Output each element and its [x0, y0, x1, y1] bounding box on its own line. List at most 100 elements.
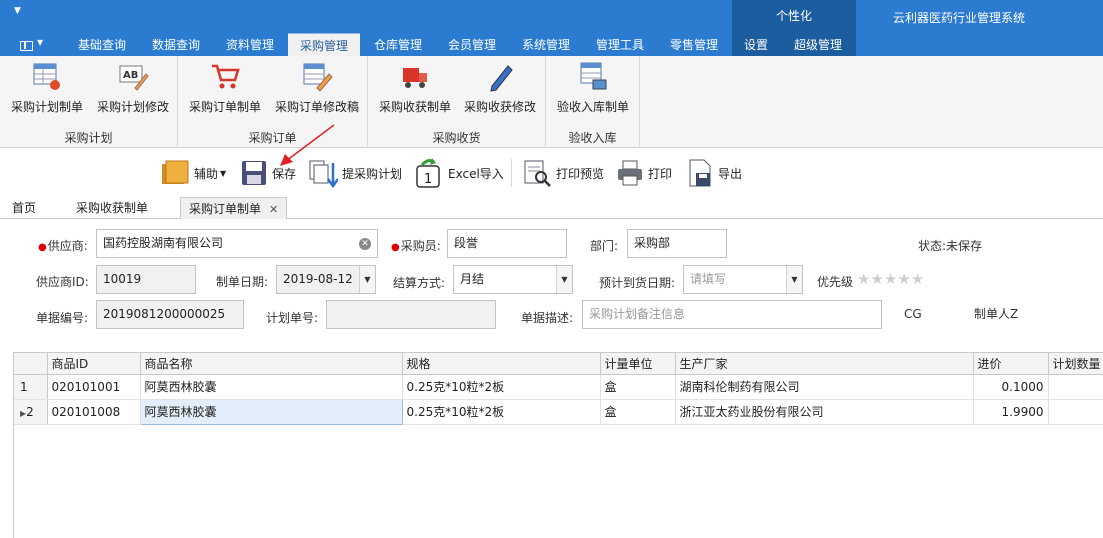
date-picker[interactable]: 2019-08-12 ▼: [276, 265, 376, 294]
export-icon: [689, 159, 711, 187]
column-header[interactable]: 计划数量: [1048, 353, 1103, 375]
clear-icon[interactable]: ✕: [359, 238, 371, 250]
tab-member-management[interactable]: 会员管理: [440, 33, 504, 56]
column-header[interactable]: 进价: [973, 353, 1049, 375]
ribbon-button-label: 采购订单制单: [188, 100, 261, 114]
cell-product-name[interactable]: 阿莫西林胶囊: [140, 374, 403, 400]
chevron-down-icon[interactable]: ▼: [556, 266, 572, 293]
doc-tab-purchase-order[interactable]: 采购订单制单 ✕: [180, 197, 288, 219]
tab-basic-query[interactable]: 基础查询: [70, 33, 134, 56]
required-marker: ●: [391, 242, 400, 253]
row-indicator-header: [14, 353, 48, 375]
tab-management-tools[interactable]: 管理工具: [588, 33, 652, 56]
export-button[interactable]: 导出: [686, 156, 742, 190]
star-icon[interactable]: ★: [897, 270, 910, 288]
star-icon[interactable]: ★: [870, 270, 883, 288]
ribbon-group-label: 采购计划: [64, 131, 113, 145]
tab-data-query[interactable]: 数据查询: [144, 33, 208, 56]
column-header[interactable]: 规格: [402, 353, 601, 375]
tab-settings[interactable]: 设置: [736, 33, 776, 56]
chevron-down-icon[interactable]: ▼: [786, 266, 802, 293]
items-table: 商品ID 商品名称 规格 计量单位 生产厂家 进价 计划数量 1 0201010…: [14, 353, 1103, 425]
cell-qty[interactable]: [1048, 399, 1103, 425]
table-row[interactable]: ▶2 020101008 阿莫西林胶囊 0.25克*10粒*2板 盒 浙江亚太药…: [14, 398, 1103, 425]
column-header[interactable]: 生产厂家: [675, 353, 974, 375]
tab-system-management[interactable]: 系统管理: [514, 33, 578, 56]
purchase-receive-edit-button[interactable]: 采购收获修改: [460, 60, 540, 122]
truck-icon: [399, 60, 431, 92]
purchase-order-form: ●供应商: 国药控股湖南有限公司 ✕ ●采购员: 段誉 部门: 采购部 状态:未…: [0, 219, 1103, 349]
doc-no-field: 2019081200000025: [96, 300, 244, 329]
cell-product-name[interactable]: 阿莫西林胶囊: [139, 398, 403, 425]
ribbon-group-label: 验收入库: [568, 131, 617, 145]
row-number-focused: ▶2: [14, 399, 48, 425]
ribbon-group-purchase-plan: 采购计划制单 AB 采购计划修改 采购计划: [0, 56, 178, 148]
table-row[interactable]: 1 020101001 阿莫西林胶囊 0.25克*10粒*2板 盒 湖南科伦制药…: [14, 374, 1103, 400]
dept-field[interactable]: 采购部: [627, 229, 727, 258]
tab-warehouse-management[interactable]: 仓库管理: [366, 33, 430, 56]
chevron-down-icon[interactable]: ▼: [359, 266, 375, 293]
cell-spec[interactable]: 0.25克*10粒*2板: [402, 374, 601, 400]
context-group-label: 个性化: [775, 9, 812, 23]
buyer-label-text: 采购员:: [400, 239, 441, 253]
grid-header-row: 商品ID 商品名称 规格 计量单位 生产厂家 进价 计划数量: [14, 353, 1103, 375]
supplier-field[interactable]: 国药控股湖南有限公司 ✕: [96, 229, 378, 258]
cell-price[interactable]: 1.9900: [973, 399, 1049, 425]
star-icon[interactable]: ★: [884, 270, 897, 288]
document-tabs: 首页 采购收获制单 采购订单制单 ✕: [0, 197, 1103, 219]
tab-super-management[interactable]: 超级管理: [786, 33, 850, 56]
toolbar-separator: [511, 159, 512, 187]
cell-spec[interactable]: 0.25克*10粒*2板: [402, 399, 601, 425]
expected-date-picker[interactable]: 请填写 ▼: [683, 265, 803, 294]
quick-access-dropdown-icon[interactable]: ▼: [14, 6, 21, 16]
desc-field[interactable]: 采购计划备注信息: [582, 300, 882, 329]
settle-select[interactable]: 月结 ▼: [453, 265, 573, 294]
desc-label: 单据描述:: [521, 311, 574, 325]
purchase-order-create-button[interactable]: 采购订单制单: [186, 60, 264, 122]
cell-product-id[interactable]: 020101001: [47, 374, 141, 400]
cell-qty[interactable]: [1048, 374, 1103, 400]
column-header[interactable]: 商品ID: [47, 353, 141, 375]
star-icon[interactable]: ★: [857, 270, 870, 288]
cell-unit[interactable]: 盒: [600, 399, 676, 425]
priority-rating[interactable]: ★★★★★: [857, 270, 924, 288]
inspection-storage-create-button[interactable]: 验收入库制单: [554, 60, 632, 122]
buyer-label: ●采购员:: [391, 237, 441, 254]
doc-tab-home[interactable]: 首页: [12, 197, 36, 219]
creator-text: 制单人Z: [974, 307, 1019, 321]
tab-purchase-management[interactable]: 采购管理: [288, 33, 360, 56]
ribbon-button-label: 验收入库制单: [556, 100, 629, 114]
purchase-receive-create-button[interactable]: 采购收获制单: [376, 60, 454, 122]
desc-placeholder: 采购计划备注信息: [589, 307, 686, 321]
tab-retail-management[interactable]: 零售管理: [662, 33, 726, 56]
cell-product-id[interactable]: 020101008: [47, 399, 141, 425]
purchase-order-edit-button[interactable]: 采购订单修改稿: [272, 60, 362, 122]
close-icon[interactable]: ✕: [269, 203, 278, 216]
cart-icon: [209, 60, 241, 92]
cell-manufacturer[interactable]: 浙江亚太药业股份有限公司: [675, 399, 974, 425]
purchase-plan-create-button[interactable]: 采购计划制单: [8, 60, 86, 122]
assist-button[interactable]: 辅助 ▼: [160, 156, 226, 190]
cell-manufacturer[interactable]: 湖南科伦制药有限公司: [675, 374, 974, 400]
print-preview-button[interactable]: 打印预览: [522, 156, 604, 190]
dept-value: 采购部: [634, 236, 671, 250]
ribbon-button-label: 采购收获制单: [378, 100, 451, 114]
doc-tab-label: 采购订单制单: [189, 202, 262, 216]
plan-no-field[interactable]: [326, 300, 496, 329]
ribbon-button-label: 采购计划修改: [96, 100, 169, 114]
tab-info-management[interactable]: 资料管理: [218, 33, 282, 56]
column-header[interactable]: 商品名称: [140, 353, 403, 375]
star-icon[interactable]: ★: [911, 270, 924, 288]
buyer-field[interactable]: 段誉: [447, 229, 567, 258]
cell-price[interactable]: 0.1000: [973, 374, 1049, 400]
cell-unit[interactable]: 盒: [600, 374, 676, 400]
doc-tab-purchase-receive[interactable]: 采购收获制单: [76, 197, 148, 219]
warehouse-sheet-icon: [577, 60, 609, 92]
print-button[interactable]: 打印: [616, 156, 672, 190]
chevron-down-icon: ▼: [220, 168, 227, 178]
export-label: 导出: [718, 166, 743, 181]
excel-import-button[interactable]: 1 Excel导入: [414, 156, 504, 190]
column-header[interactable]: 计量单位: [600, 353, 676, 375]
file-menu-button[interactable]: ▼: [16, 36, 48, 54]
purchase-plan-edit-button[interactable]: AB 采购计划修改: [94, 60, 172, 122]
